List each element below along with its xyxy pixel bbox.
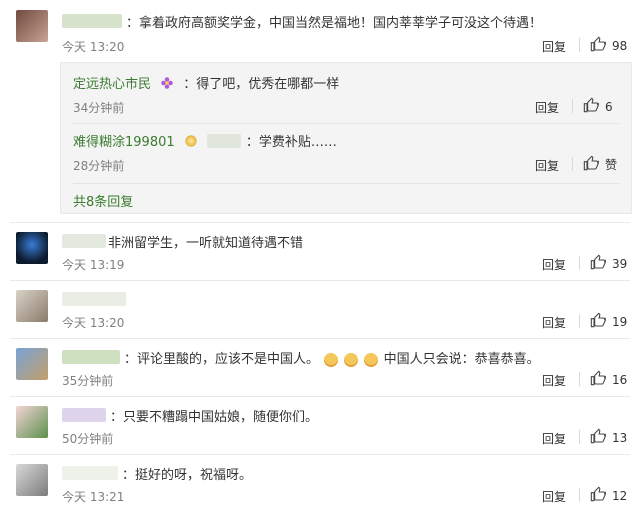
separator [579, 488, 580, 502]
avatar[interactable] [16, 406, 48, 438]
avatar[interactable] [16, 290, 48, 322]
thumbs-up-icon [590, 428, 606, 447]
subreply-username[interactable]: 难得糊涂199801 [73, 135, 175, 150]
blurred-text [206, 134, 241, 148]
like-button[interactable]: 98 [590, 36, 627, 55]
thumbs-up-icon [590, 36, 606, 55]
like-count: 19 [612, 314, 628, 329]
subreply-timestamp: 34分钟前 [73, 101, 125, 115]
avatar[interactable] [16, 348, 48, 380]
flower-icon [160, 75, 174, 89]
separator [579, 430, 580, 444]
like-count: 98 [612, 38, 628, 53]
reply-button[interactable]: 回复 [542, 256, 566, 273]
subreply-divider [73, 123, 619, 124]
avatar[interactable] [16, 464, 48, 496]
comment-4: ：评论里酸的，应该不是中国人。 中国人只会说：恭喜恭喜。 35分钟前 回复 16 [0, 342, 640, 392]
username-blurred[interactable] [62, 408, 106, 422]
reply-button[interactable]: 回复 [542, 38, 566, 55]
comment-text: ：拿着政府高额奖学金，中国当然是福地！国内莘莘学子可没这个待遇！ [126, 16, 543, 31]
subreply-like-button[interactable]: 赞 [583, 155, 617, 174]
comment-5: ：只要不糟蹋中国姑娘，随便你们。 50分钟前 回复 13 [0, 400, 640, 450]
separator [572, 157, 573, 171]
comment-text-part-2: 中国人只会说：恭喜恭喜。 [383, 352, 540, 367]
subreply-reply-button[interactable]: 回复 [535, 99, 559, 116]
separator [579, 38, 580, 52]
comment-divider [10, 222, 630, 223]
comment-divider [10, 280, 630, 281]
username-blurred[interactable] [62, 14, 122, 28]
thumbs-up-icon [583, 97, 599, 116]
comment-divider [10, 338, 630, 339]
like-count: 16 [612, 372, 628, 387]
like-count: 39 [612, 256, 628, 271]
avatar[interactable] [16, 232, 48, 264]
like-button[interactable]: 16 [590, 370, 627, 389]
username-blurred[interactable] [62, 350, 120, 364]
like-button[interactable]: 39 [590, 254, 627, 273]
like-count: 12 [612, 488, 628, 503]
like-count: 6 [605, 99, 613, 114]
comment-text: 非洲留学生，一听就知道待遇不错 [108, 236, 304, 251]
timestamp: 今天 13:20 [62, 40, 125, 54]
reply-button[interactable]: 回复 [542, 314, 566, 331]
comment-divider [10, 396, 630, 397]
timestamp: 今天 13:20 [62, 316, 125, 330]
comment-text: ：挺好的呀，祝福呀。 [122, 468, 253, 483]
grin-emoji-icon [324, 352, 339, 367]
comment-1: ：拿着政府高额奖学金，中国当然是福地！国内莘莘学子可没这个待遇！ 今天 13:2… [0, 0, 640, 60]
thumbs-up-icon [590, 254, 606, 273]
comment-divider [10, 454, 630, 455]
timestamp: 今天 13:19 [62, 258, 125, 272]
subreply-1: 定远热心市民 ：得了吧，优秀在哪都一样 34分钟前 回复 6 [73, 73, 621, 117]
comment-text: ：只要不糟蹋中国姑娘，随便你们。 [110, 410, 319, 425]
like-button[interactable]: 13 [590, 428, 627, 447]
subreply-username[interactable]: 定远热心市民 [73, 77, 151, 92]
separator [579, 372, 580, 386]
comment-text: ：评论里酸的，应该不是中国人。 中国人只会说：恭喜恭喜。 [124, 348, 540, 367]
thumbs-up-icon [590, 486, 606, 505]
comment-2: 非洲留学生，一听就知道待遇不错 今天 13:19 回复 39 [0, 226, 640, 276]
medal-icon [184, 133, 198, 147]
thumbs-up-icon [590, 312, 606, 331]
separator [572, 99, 573, 113]
username-blurred[interactable] [62, 466, 118, 480]
grin-emoji-icon [364, 352, 379, 367]
comment-text-part-1: ：评论里酸的，应该不是中国人。 [124, 352, 320, 367]
reply-button[interactable]: 回复 [542, 372, 566, 389]
comment-6: ：挺好的呀，祝福呀。 今天 13:21 回复 12 [0, 458, 640, 511]
subreply-text: ：学费补贴…… [245, 135, 337, 150]
like-button[interactable]: 19 [590, 312, 627, 331]
username-blurred[interactable] [62, 292, 126, 306]
timestamp: 50分钟前 [62, 432, 114, 446]
more-replies-link[interactable]: 共8条回复 [73, 191, 133, 210]
timestamp: 今天 13:21 [62, 490, 125, 504]
separator [579, 256, 580, 270]
thumbs-up-icon [583, 155, 599, 174]
username-blurred[interactable] [62, 234, 106, 248]
subreply-timestamp: 28分钟前 [73, 159, 125, 173]
subreply-text: ：得了吧，优秀在哪都一样 [183, 77, 340, 92]
subreply-2: 难得糊涂199801 ：学费补贴…… 28分钟前 回复 赞 [73, 131, 621, 175]
thumbs-up-icon [590, 370, 606, 389]
avatar[interactable] [16, 10, 48, 42]
reply-button[interactable]: 回复 [542, 488, 566, 505]
comment-3: 今天 13:20 回复 19 [0, 284, 640, 334]
grin-emoji-icon [344, 352, 359, 367]
timestamp: 35分钟前 [62, 374, 114, 388]
separator [579, 314, 580, 328]
subreply-divider [73, 183, 619, 184]
subreply-reply-button[interactable]: 回复 [535, 157, 559, 174]
subreply-like-button[interactable]: 6 [583, 97, 613, 116]
like-count: 13 [612, 430, 628, 445]
subreplies-box: 定远热心市民 ：得了吧，优秀在哪都一样 34分钟前 回复 6 难得糊涂19980… [60, 62, 632, 214]
like-count: 赞 [605, 158, 618, 172]
reply-button[interactable]: 回复 [542, 430, 566, 447]
like-button[interactable]: 12 [590, 486, 627, 505]
